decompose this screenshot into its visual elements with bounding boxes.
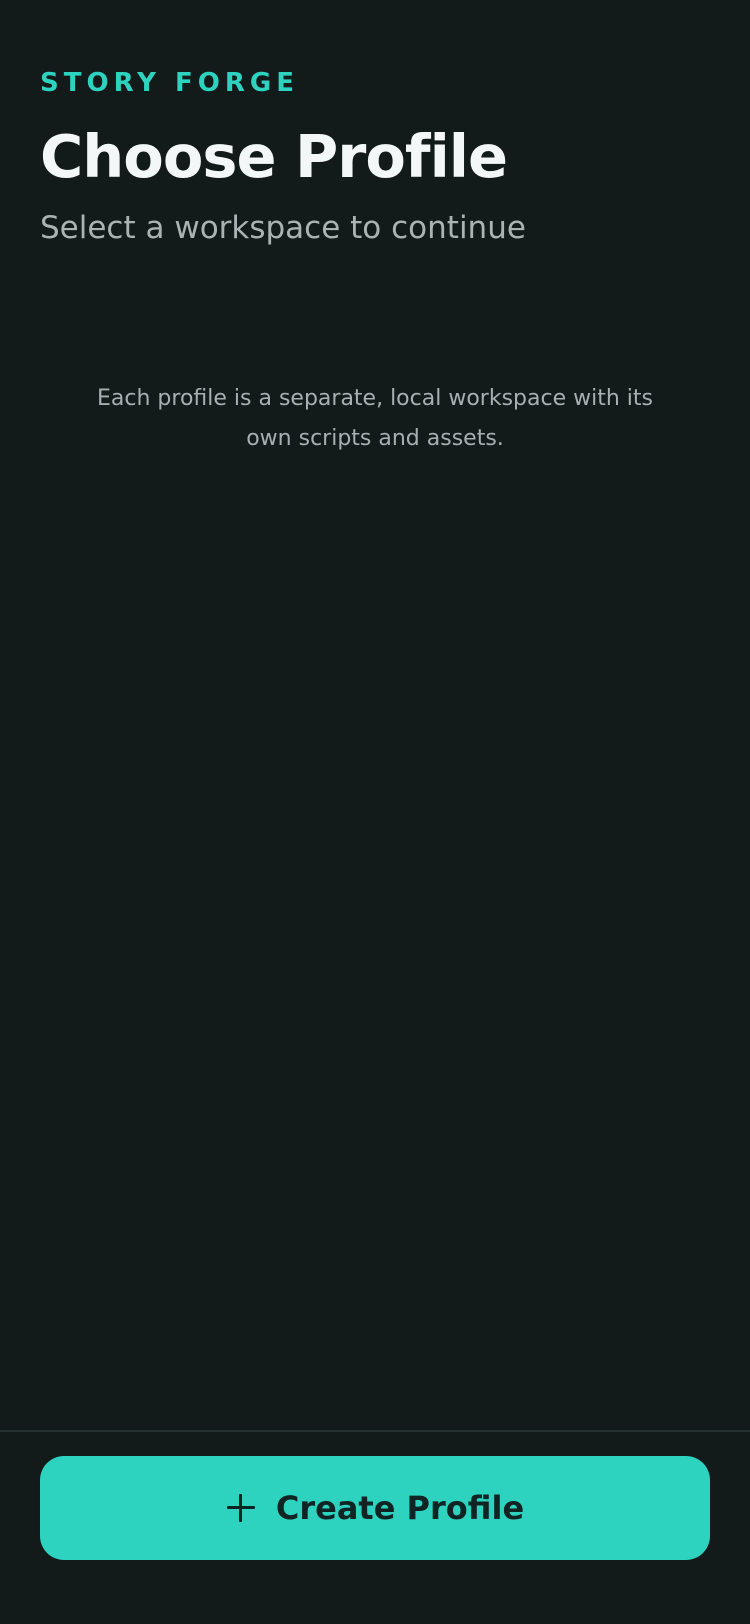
create-profile-button[interactable]: Create Profile <box>40 1456 710 1560</box>
page-subtitle: Select a workspace to continue <box>40 210 526 246</box>
app-brand-label: STORY FORGE <box>40 68 300 98</box>
profile-selection-screen: STORY FORGE Choose Profile Select a work… <box>0 0 750 1624</box>
create-profile-label: Create Profile <box>275 1489 525 1527</box>
plus-icon <box>226 1493 256 1523</box>
profile-empty-state-text: Each profile is a separate, local worksp… <box>97 386 653 451</box>
page-title: Choose Profile <box>40 122 508 191</box>
